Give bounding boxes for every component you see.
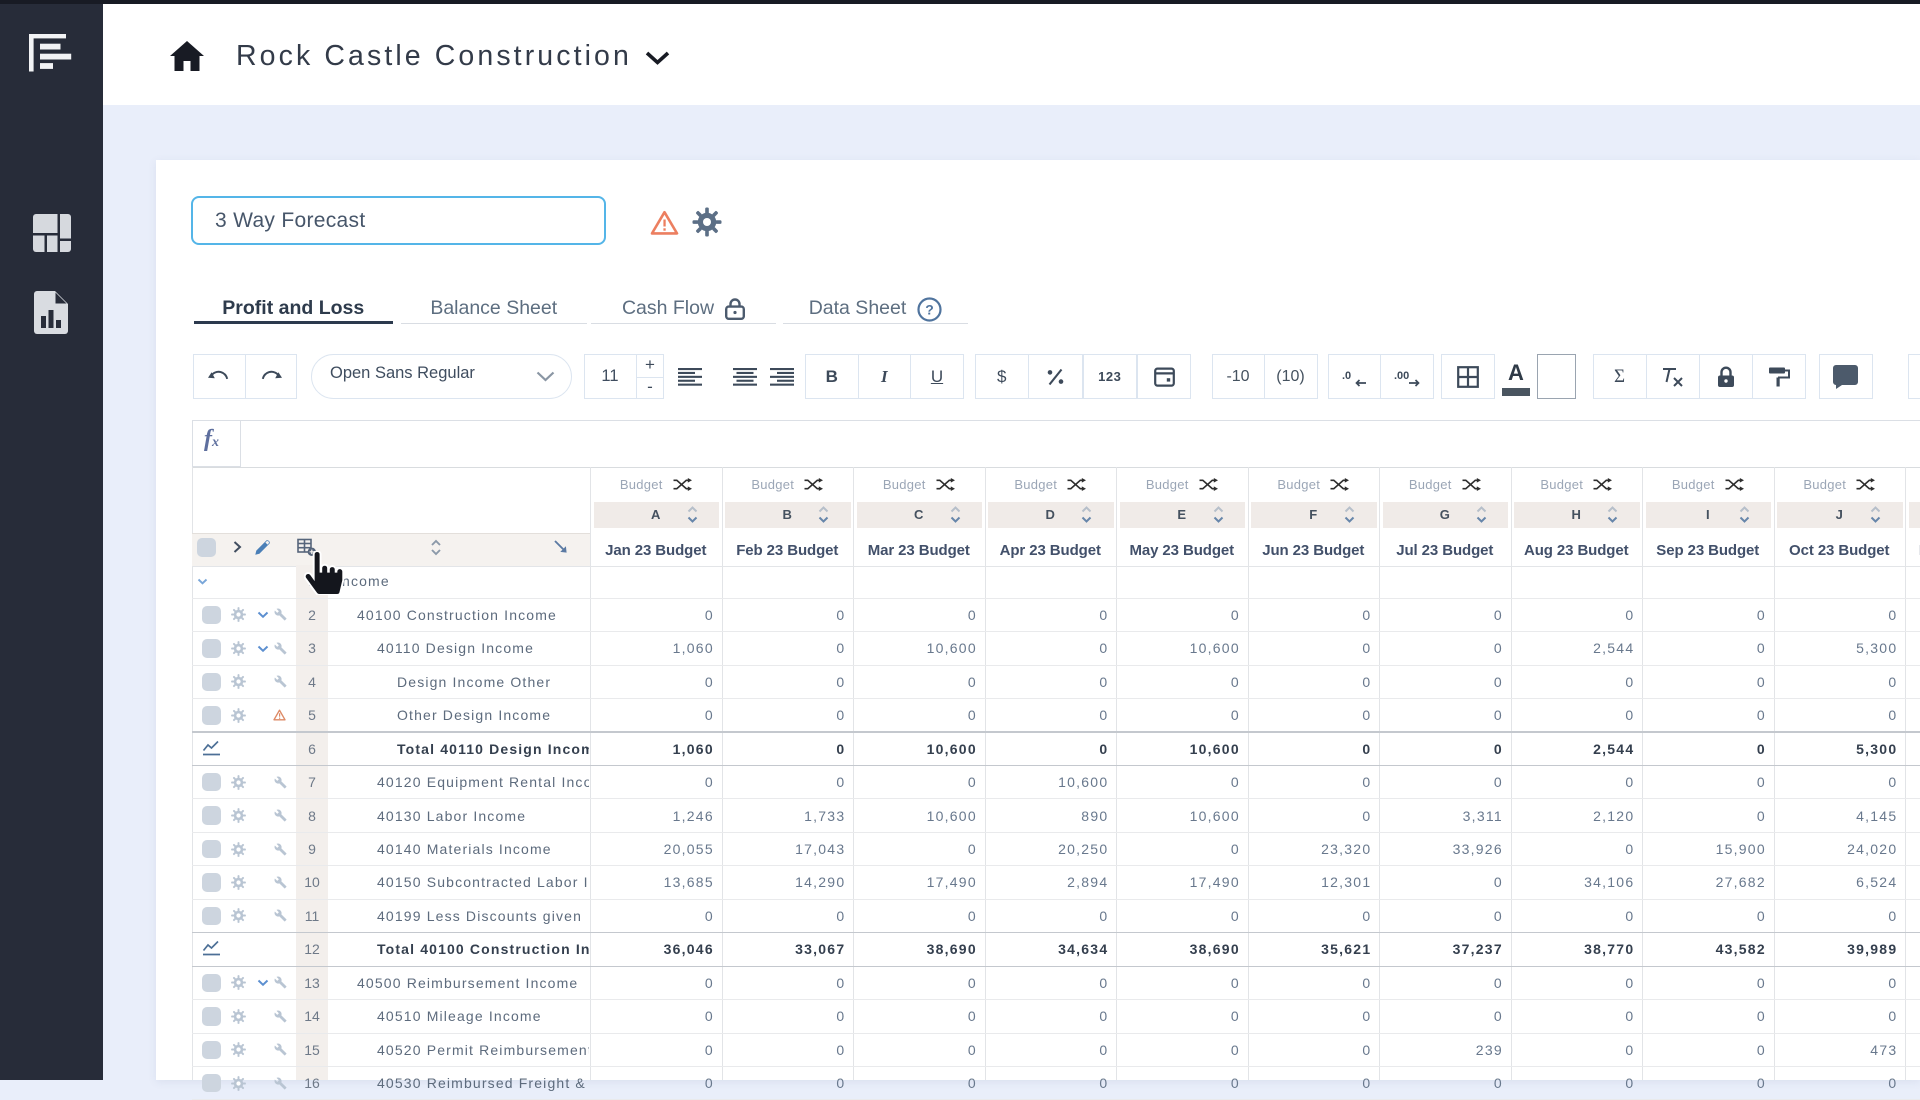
svg-text:?: ? bbox=[926, 301, 935, 317]
svg-text:.00: .00 bbox=[1394, 370, 1409, 382]
svg-text:.0: .0 bbox=[1342, 370, 1351, 382]
